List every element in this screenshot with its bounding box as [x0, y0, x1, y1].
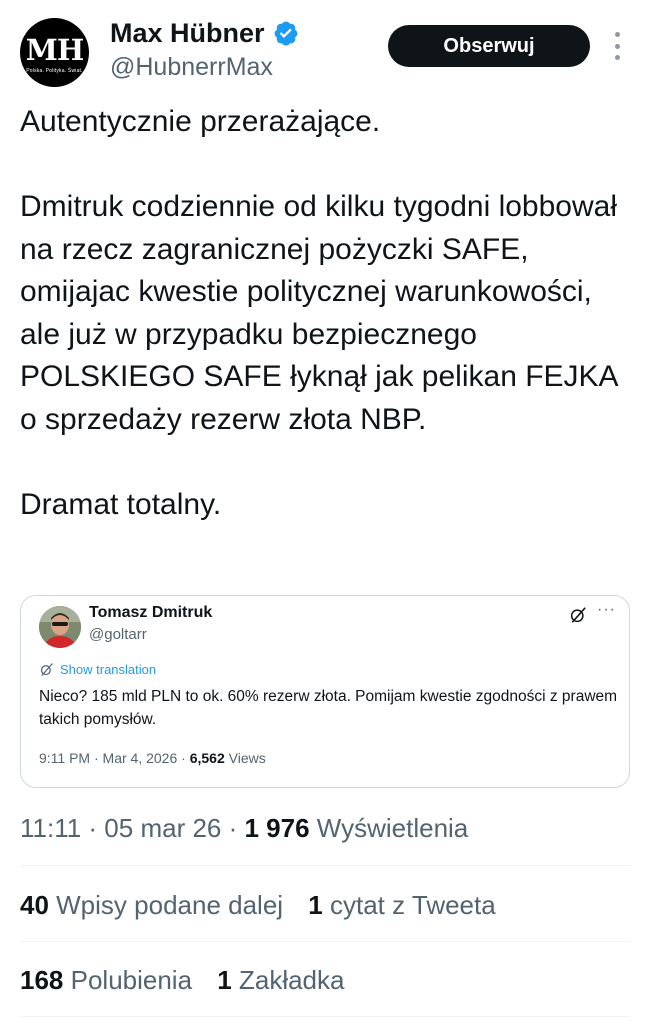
tweet-paragraph: Dmitruk codziennie od kilku tygodni lobb… [20, 190, 617, 436]
verified-badge-icon [274, 21, 297, 46]
quoted-views-count: 6,562 [189, 750, 225, 766]
divider [20, 1016, 630, 1017]
quoted-author-handle[interactable]: @goltarr [89, 626, 147, 643]
grok-icon[interactable] [569, 606, 587, 624]
follow-button[interactable]: Obserwuj [388, 25, 590, 67]
avatar-monogram: MH [25, 32, 85, 67]
tweet-detail: MH Polska. Polityka. Świat. Max Hübner @… [0, 0, 650, 1024]
bookmarks-stat[interactable]: 1 Zakładka [217, 965, 344, 995]
author-avatar[interactable]: MH Polska. Polityka. Świat. [20, 18, 89, 87]
quoted-tweet[interactable]: Tomasz Dmitruk @goltarr ··· Show transla… [20, 595, 630, 788]
translate-icon [40, 663, 53, 676]
views-label: Wyświetlenia [309, 813, 469, 843]
tweet-paragraph: Autentycznie przerażające. [20, 105, 381, 138]
tweet-text: Autentycznie przerażające. Dmitruk codzi… [20, 101, 635, 526]
author-name[interactable]: Max Hübner [110, 16, 299, 50]
quoted-author-name[interactable]: Tomasz Dmitruk [89, 604, 212, 622]
show-translation-label: Show translation [60, 662, 157, 677]
tweet-meta: 11:11 · 05 mar 26 · 1 976 Wyświetlenia [20, 811, 468, 845]
show-translation-link[interactable]: Show translation [39, 662, 156, 677]
views-count: 1 976 [244, 813, 310, 843]
quoted-more-icon[interactable]: ··· [597, 601, 616, 619]
divider [20, 941, 630, 942]
avatar-tagline: Polska. Polityka. Świat. [26, 67, 83, 74]
quoted-tweet-text: Nieco? 185 mld PLN to ok. 60% rezerw zło… [39, 688, 618, 728]
like-stats: 168 Polubienia 1 Zakładka [20, 963, 362, 997]
author-handle[interactable]: @HubnerrMax [110, 52, 273, 82]
retweets-stat[interactable]: 40 Wpisy podane dalej [20, 890, 283, 920]
quoted-tweet-time: 9:11 PM · Mar 4, 2026 · [39, 750, 190, 766]
likes-stat[interactable]: 168 Polubienia [20, 965, 192, 995]
author-name-text: Max Hübner [110, 18, 265, 48]
quoted-tweet-meta: 9:11 PM · Mar 4, 2026 · 6,562 Views [39, 750, 266, 766]
repost-stats: 40 Wpisy podane dalej 1 cytat z Tweeta [20, 888, 514, 922]
divider [20, 865, 630, 866]
tweet-time[interactable]: 11:11 · 05 mar 26 · [20, 813, 244, 843]
quotes-stat[interactable]: 1 cytat z Tweeta [308, 890, 495, 920]
more-options-icon[interactable] [607, 32, 627, 60]
tweet-paragraph: Dramat totalny. [20, 487, 222, 521]
quoted-views-label: Views [224, 750, 266, 766]
quoted-author-avatar[interactable] [39, 606, 81, 648]
